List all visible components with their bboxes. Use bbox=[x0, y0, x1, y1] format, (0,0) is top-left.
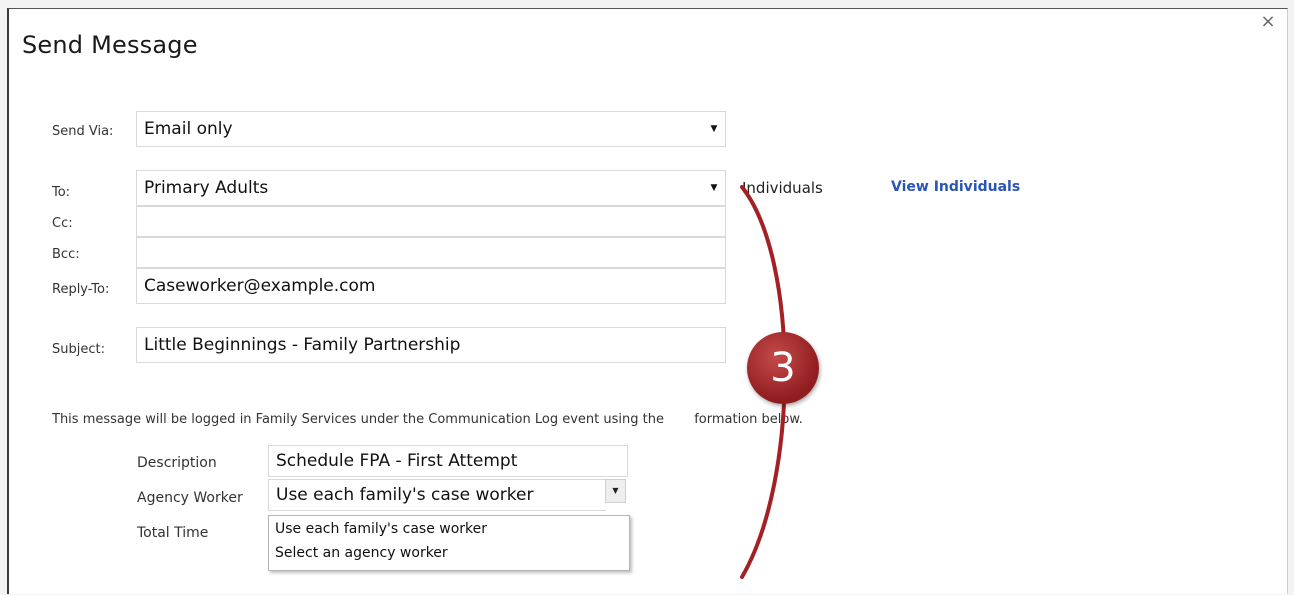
agency-worker-option[interactable]: Select an agency worker bbox=[269, 542, 629, 564]
total-time-label: Total Time bbox=[137, 525, 209, 541]
bcc-field[interactable] bbox=[136, 237, 726, 268]
send-via-select[interactable]: Email only ▼ bbox=[136, 111, 726, 147]
cc-field[interactable] bbox=[136, 206, 726, 237]
log-note-part1: This message will be logged in Family Se… bbox=[52, 412, 664, 427]
subject-field[interactable]: Little Beginnings - Family Partnership bbox=[136, 327, 726, 363]
reply-to-value: Caseworker@example.com bbox=[144, 276, 376, 296]
description-label: Description bbox=[137, 455, 217, 471]
reply-to-label: Reply-To: bbox=[52, 282, 110, 297]
caret-down-icon: ▼ bbox=[710, 183, 718, 193]
subject-label: Subject: bbox=[52, 342, 105, 357]
cc-label: Cc: bbox=[52, 216, 73, 231]
individuals-text: Individuals bbox=[742, 179, 823, 197]
agency-worker-dropdown-button[interactable]: ▼ bbox=[605, 479, 626, 503]
agency-worker-select[interactable]: Use each family's case worker bbox=[268, 479, 606, 511]
dialog-title: Send Message bbox=[22, 31, 198, 59]
step-callout: 3 bbox=[747, 332, 819, 404]
description-value: Schedule FPA - First Attempt bbox=[276, 451, 518, 471]
agency-worker-label: Agency Worker bbox=[137, 490, 243, 506]
caret-down-icon: ▼ bbox=[612, 486, 619, 495]
agency-worker-options-list: Use each family's case worker Select an … bbox=[268, 515, 630, 571]
view-individuals-link[interactable]: View Individuals bbox=[891, 179, 1020, 195]
send-message-dialog: Send Message × Send Via: Email only ▼ To… bbox=[7, 8, 1288, 594]
bcc-label: Bcc: bbox=[52, 247, 80, 262]
send-via-label: Send Via: bbox=[52, 124, 114, 139]
to-label: To: bbox=[52, 185, 71, 200]
reply-to-field[interactable]: Caseworker@example.com bbox=[136, 268, 726, 304]
agency-worker-option[interactable]: Use each family's case worker bbox=[269, 518, 629, 540]
send-via-value: Email only bbox=[144, 119, 233, 139]
to-select[interactable]: Primary Adults ▼ bbox=[136, 170, 726, 206]
individuals-count-label: Individuals bbox=[742, 179, 823, 197]
close-icon[interactable]: × bbox=[1259, 13, 1277, 31]
log-note-part2: formation below. bbox=[694, 412, 803, 427]
subject-value: Little Beginnings - Family Partnership bbox=[144, 335, 461, 355]
to-value: Primary Adults bbox=[144, 178, 269, 198]
agency-worker-value: Use each family's case worker bbox=[276, 485, 534, 505]
caret-down-icon: ▼ bbox=[710, 124, 718, 134]
log-note: This message will be logged in Family Se… bbox=[52, 412, 803, 427]
description-field[interactable]: Schedule FPA - First Attempt bbox=[268, 445, 628, 477]
